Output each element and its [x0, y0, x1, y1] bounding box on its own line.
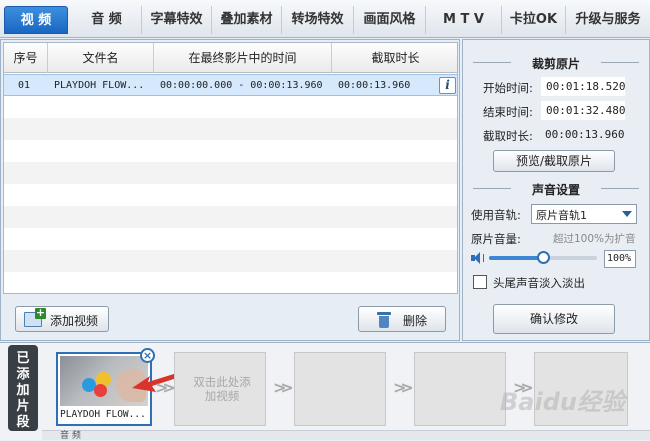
row-filename: PLAYDOH FLOW...	[54, 80, 145, 91]
tab-transition-effects[interactable]: 转场特效	[282, 6, 354, 34]
tab-video[interactable]: 视 频	[4, 6, 68, 34]
tab-mtv[interactable]: M T V	[426, 6, 502, 34]
start-time-field[interactable]: 00:01:18.520	[541, 77, 625, 96]
tab-karaoke[interactable]: 卡拉OK	[502, 6, 566, 34]
settings-panel: 裁剪原片 开始时间: 00:01:18.520 结束时间: 00:01:32.4…	[462, 39, 650, 341]
table-row-empty	[4, 162, 457, 184]
audio-track-strip: 音 频	[42, 430, 650, 441]
col-header-duration[interactable]: 截取时长	[332, 43, 457, 73]
end-time-label: 结束时间:	[483, 105, 533, 119]
col-header-time[interactable]: 在最终影片中的时间	[154, 43, 332, 73]
empty-clip-slot[interactable]: 双击此处添加视频	[174, 352, 266, 426]
add-video-label: 添加视频	[50, 314, 99, 328]
main-tab-bar: 视 频 音 频 字幕特效 叠加素材 转场特效 画面风格 M T V 卡拉OK 升…	[0, 0, 650, 38]
delete-label: 删除	[403, 314, 428, 328]
speaker-icon	[471, 252, 485, 264]
end-time-field[interactable]: 00:01:32.480	[541, 101, 625, 120]
clip-section-title: 裁剪原片	[531, 57, 580, 71]
volume-hint: 超过100%为扩音	[553, 233, 636, 245]
volume-slider[interactable]	[489, 251, 597, 265]
audio-section-title: 声音设置	[531, 183, 580, 197]
volume-slider-knob[interactable]	[537, 251, 550, 264]
fade-label: 头尾声音淡入淡出	[493, 276, 585, 290]
row-duration: 00:00:13.960	[338, 80, 411, 91]
tab-picture-style[interactable]: 画面风格	[354, 6, 426, 34]
tab-upgrade-service[interactable]: 升级与服务	[566, 6, 650, 34]
empty-clip-slot[interactable]	[294, 352, 386, 426]
table-row-empty	[4, 118, 457, 140]
volume-input[interactable]: 100%	[604, 250, 636, 268]
add-video-icon: +	[24, 307, 46, 327]
confirm-button[interactable]: 确认修改	[493, 304, 615, 334]
preview-clip-button[interactable]: 预览/截取原片	[493, 150, 615, 172]
tab-subtitle-effects[interactable]: 字幕特效	[142, 6, 212, 34]
added-clips-label-text: 已添加片段	[16, 351, 30, 430]
chevron-right-icon: >>	[155, 378, 176, 397]
duration-value: 00:00:13.960	[545, 128, 625, 141]
chevron-right-icon: >>	[393, 378, 414, 397]
volume-label: 原片音量:	[471, 232, 521, 246]
chevron-right-icon: >>	[273, 378, 294, 397]
start-time-label: 开始时间:	[483, 81, 533, 95]
volume-value: 100%	[607, 253, 632, 264]
video-list-table: 序号 文件名 在最终影片中的时间 截取时长 01 PLAYDOH FLOW...…	[3, 42, 458, 294]
table-row-empty	[4, 206, 457, 228]
tab-audio[interactable]: 音 频	[72, 6, 142, 34]
audio-track-select[interactable]: 原片音轨1	[531, 204, 637, 224]
table-row-empty	[4, 250, 457, 272]
trash-icon	[377, 312, 391, 328]
table-header: 序号 文件名 在最终影片中的时间 截取时长	[4, 43, 457, 73]
end-time-value: 00:01:32.480	[546, 104, 626, 117]
audio-track-value: 原片音轨1	[536, 209, 587, 222]
clip-name: PLAYDOH FLOW...	[60, 409, 146, 420]
added-clips-label: 已添加片段	[8, 345, 38, 431]
table-row[interactable]: 01 PLAYDOH FLOW... 00:00:00.000 - 00:00:…	[4, 74, 457, 96]
fade-checkbox[interactable]	[473, 275, 487, 289]
add-video-button[interactable]: + 添加视频	[15, 306, 109, 332]
divider	[601, 62, 639, 63]
info-icon[interactable]: i	[439, 77, 456, 94]
audio-track-label: 使用音轨:	[471, 208, 521, 222]
row-index: 01	[18, 80, 31, 91]
baidu-watermark: Baidu经验	[500, 388, 625, 416]
tab-overlay-material[interactable]: 叠加素材	[212, 6, 282, 34]
row-time: 00:00:00.000 - 00:00:13.960	[160, 80, 323, 91]
col-header-filename[interactable]: 文件名	[48, 43, 154, 73]
start-time-value: 00:01:18.520	[546, 80, 626, 93]
empty-slot-hint: 双击此处添加视频	[193, 375, 251, 403]
delete-button[interactable]: 删除	[358, 306, 446, 332]
chevron-down-icon	[622, 211, 632, 217]
divider	[601, 188, 639, 189]
col-header-index[interactable]: 序号	[4, 43, 48, 73]
video-list-panel: 序号 文件名 在最终影片中的时间 截取时长 01 PLAYDOH FLOW...…	[0, 39, 460, 341]
duration-label: 截取时长:	[483, 129, 533, 143]
volume-slider-fill	[489, 256, 544, 260]
empty-clip-slot[interactable]	[414, 352, 506, 426]
